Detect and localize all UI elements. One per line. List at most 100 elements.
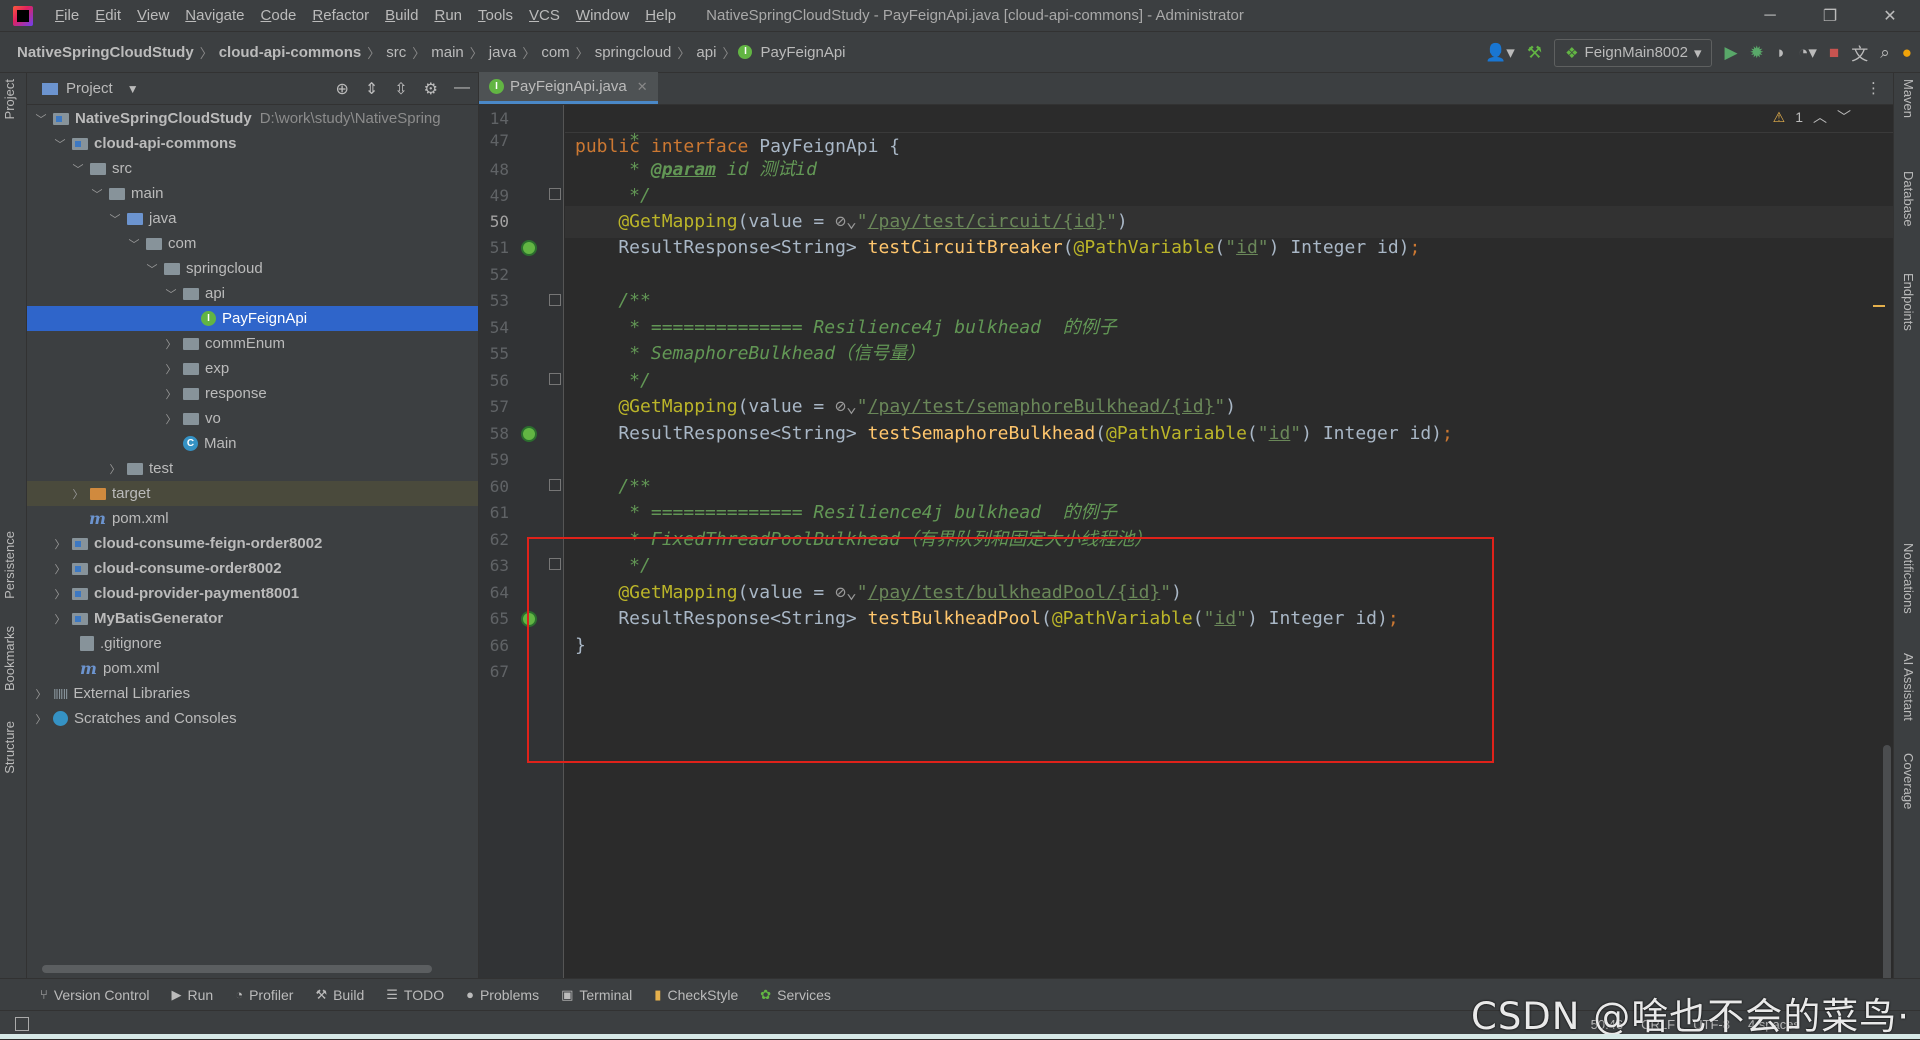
menu-edit[interactable]: Edit <box>87 0 129 32</box>
locate-icon[interactable]: ⊕ <box>335 79 348 99</box>
close-icon[interactable]: ✕ <box>1860 0 1920 32</box>
tree-item[interactable]: 〉 test <box>27 456 478 481</box>
menu-run[interactable]: Run <box>426 0 470 32</box>
feign-endpoint-gutter-icon[interactable] <box>521 240 537 256</box>
user-icon[interactable]: 👤▾ <box>1485 43 1515 63</box>
fold-icon[interactable] <box>549 188 561 200</box>
chevron-down-icon[interactable]: ﹀ <box>126 236 142 252</box>
update-icon[interactable]: ● <box>1902 43 1912 63</box>
crumb-springcloud[interactable]: springcloud <box>592 44 675 61</box>
minimize-icon[interactable]: ─ <box>1740 0 1800 32</box>
run-configuration-select[interactable]: ❖ FeignMain8002 ▾ <box>1554 38 1713 67</box>
tree-item[interactable]: 〉 exp <box>27 356 478 381</box>
fold-icon[interactable] <box>549 479 561 491</box>
chevron-up-icon[interactable]: ︿ <box>1813 107 1827 127</box>
crumb-file[interactable]: PayFeignApi <box>757 44 848 61</box>
tree-item[interactable]: ﹀ java <box>27 206 478 231</box>
coverage-icon[interactable]: ◗ <box>1776 43 1786 63</box>
search-icon[interactable]: ⌕ <box>1880 43 1890 63</box>
tree-item[interactable]: ﹀ src <box>27 156 478 181</box>
tree-item[interactable]: m pom.xml <box>27 656 478 681</box>
chevron-right-icon[interactable]: 〉 <box>163 386 179 402</box>
chevron-right-icon[interactable]: 〉 <box>33 711 49 727</box>
close-icon[interactable]: ✕ <box>637 79 648 95</box>
tool-todo[interactable]: ☰ TODO <box>386 987 444 1003</box>
tree-item[interactable]: ﹀ api <box>27 281 478 306</box>
chevron-down-icon[interactable]: ﹀ <box>89 186 105 202</box>
tree-item[interactable]: ﹀ cloud-api-commons <box>27 131 478 156</box>
run-icon[interactable]: ▶ <box>1724 43 1737 63</box>
menu-help[interactable]: Help <box>637 0 684 32</box>
tree-item[interactable]: ﹀ NativeSpringCloudStudy D:\work\study\Nat… <box>27 106 478 131</box>
tool-run[interactable]: ▶ Run <box>172 987 214 1003</box>
fold-icon[interactable] <box>549 294 561 306</box>
gear-icon[interactable]: ⚙ <box>424 79 438 99</box>
fold-icon[interactable] <box>549 373 561 385</box>
chevron-down-icon[interactable]: ▼ <box>127 82 139 96</box>
tree-item[interactable]: 〉 Scratches and Consoles <box>27 706 478 731</box>
chevron-right-icon[interactable]: 〉 <box>52 611 68 627</box>
crumb-src[interactable]: src <box>383 44 409 61</box>
chevron-right-icon[interactable]: 〉 <box>70 486 86 502</box>
crumb-com[interactable]: com <box>538 44 572 61</box>
restore-icon[interactable]: ❐ <box>1800 0 1860 32</box>
chevron-right-icon[interactable]: 〉 <box>107 461 123 477</box>
hide-icon[interactable]: — <box>454 79 470 99</box>
tree-item[interactable]: m pom.xml <box>27 506 478 531</box>
chevron-down-icon[interactable]: ﹀ <box>107 211 123 227</box>
expand-all-icon[interactable]: ⇕ <box>365 79 378 99</box>
chevron-right-icon[interactable]: 〉 <box>163 336 179 352</box>
crumb-java[interactable]: java <box>486 44 520 61</box>
tree-item[interactable]: ﹀ com <box>27 231 478 256</box>
tree-item[interactable]: 〉 MyBatisGenerator <box>27 606 478 631</box>
horizontal-scrollbar[interactable] <box>42 965 432 973</box>
tool-checkstyle[interactable]: ▮ CheckStyle <box>654 987 738 1003</box>
tree-item[interactable]: 〉 ‖‖‖ External Libraries <box>27 681 478 706</box>
debug-icon[interactable]: ✹ <box>1750 43 1764 63</box>
tab-coverage[interactable]: Coverage <box>1901 753 1916 809</box>
tool-services[interactable]: ✿ Services <box>760 987 831 1003</box>
chevron-down-icon[interactable]: ﹀ <box>33 111 49 127</box>
menu-build[interactable]: Build <box>377 0 426 32</box>
tab-persistence[interactable]: Persistence <box>2 531 17 599</box>
chevron-right-icon[interactable]: 〉 <box>163 411 179 427</box>
warning-stripe-mark[interactable] <box>1873 305 1885 307</box>
tree-item[interactable]: 〉 vo <box>27 406 478 431</box>
tree-item[interactable]: ﹀ springcloud <box>27 256 478 281</box>
chevron-down-icon[interactable]: ﹀ <box>1837 107 1851 127</box>
menu-file[interactable]: File <box>47 0 87 32</box>
tab-endpoints[interactable]: Endpoints <box>1901 273 1916 331</box>
tab-bookmarks[interactable]: Bookmarks <box>2 626 17 691</box>
toggle-tool-windows-icon[interactable] <box>15 1017 29 1031</box>
chevron-down-icon[interactable]: ﹀ <box>52 136 68 152</box>
chevron-right-icon[interactable]: 〉 <box>163 361 179 377</box>
feign-endpoint-gutter-icon[interactable] <box>521 426 537 442</box>
tree-item[interactable]: 〉 cloud-consume-feign-order8002 <box>27 531 478 556</box>
menu-refactor[interactable]: Refactor <box>304 0 377 32</box>
tab-payfeignapi[interactable]: I PayFeignApi.java ✕ <box>479 72 658 104</box>
inspection-widget[interactable]: ⚠ 1 ︿ ﹀ <box>1773 107 1851 127</box>
menu-window[interactable]: Window <box>568 0 637 32</box>
tab-ai-assistant[interactable]: AI Assistant <box>1901 653 1916 721</box>
chevron-right-icon[interactable]: 〉 <box>52 561 68 577</box>
crumb-api[interactable]: api <box>693 44 719 61</box>
tree-item[interactable]: C Main <box>27 431 478 456</box>
tool-build[interactable]: ⚒ Build <box>315 987 364 1003</box>
menu-tools[interactable]: Tools <box>470 0 521 32</box>
more-vertical-icon[interactable]: ⋮ <box>1866 79 1881 97</box>
menu-view[interactable]: View <box>129 0 177 32</box>
chevron-down-icon[interactable]: ﹀ <box>70 161 86 177</box>
tab-maven[interactable]: Maven <box>1901 79 1916 118</box>
stop-icon[interactable]: ■ <box>1829 43 1839 63</box>
crumb-module[interactable]: cloud-api-commons <box>216 44 365 61</box>
tab-database[interactable]: Database <box>1901 171 1916 227</box>
tree-item[interactable]: 〉 cloud-provider-payment8001 <box>27 581 478 606</box>
crumb-main[interactable]: main <box>428 44 467 61</box>
tree-item[interactable]: 〉 target <box>27 481 478 506</box>
chevron-right-icon[interactable]: 〉 <box>52 586 68 602</box>
tree-item[interactable]: ﹀ main <box>27 181 478 206</box>
tool-problems[interactable]: ● Problems <box>466 987 539 1003</box>
profile-icon[interactable]: ◔▾ <box>1798 43 1817 63</box>
chevron-right-icon[interactable]: 〉 <box>52 536 68 552</box>
tool-profiler[interactable]: ◔ Profiler <box>235 987 293 1003</box>
